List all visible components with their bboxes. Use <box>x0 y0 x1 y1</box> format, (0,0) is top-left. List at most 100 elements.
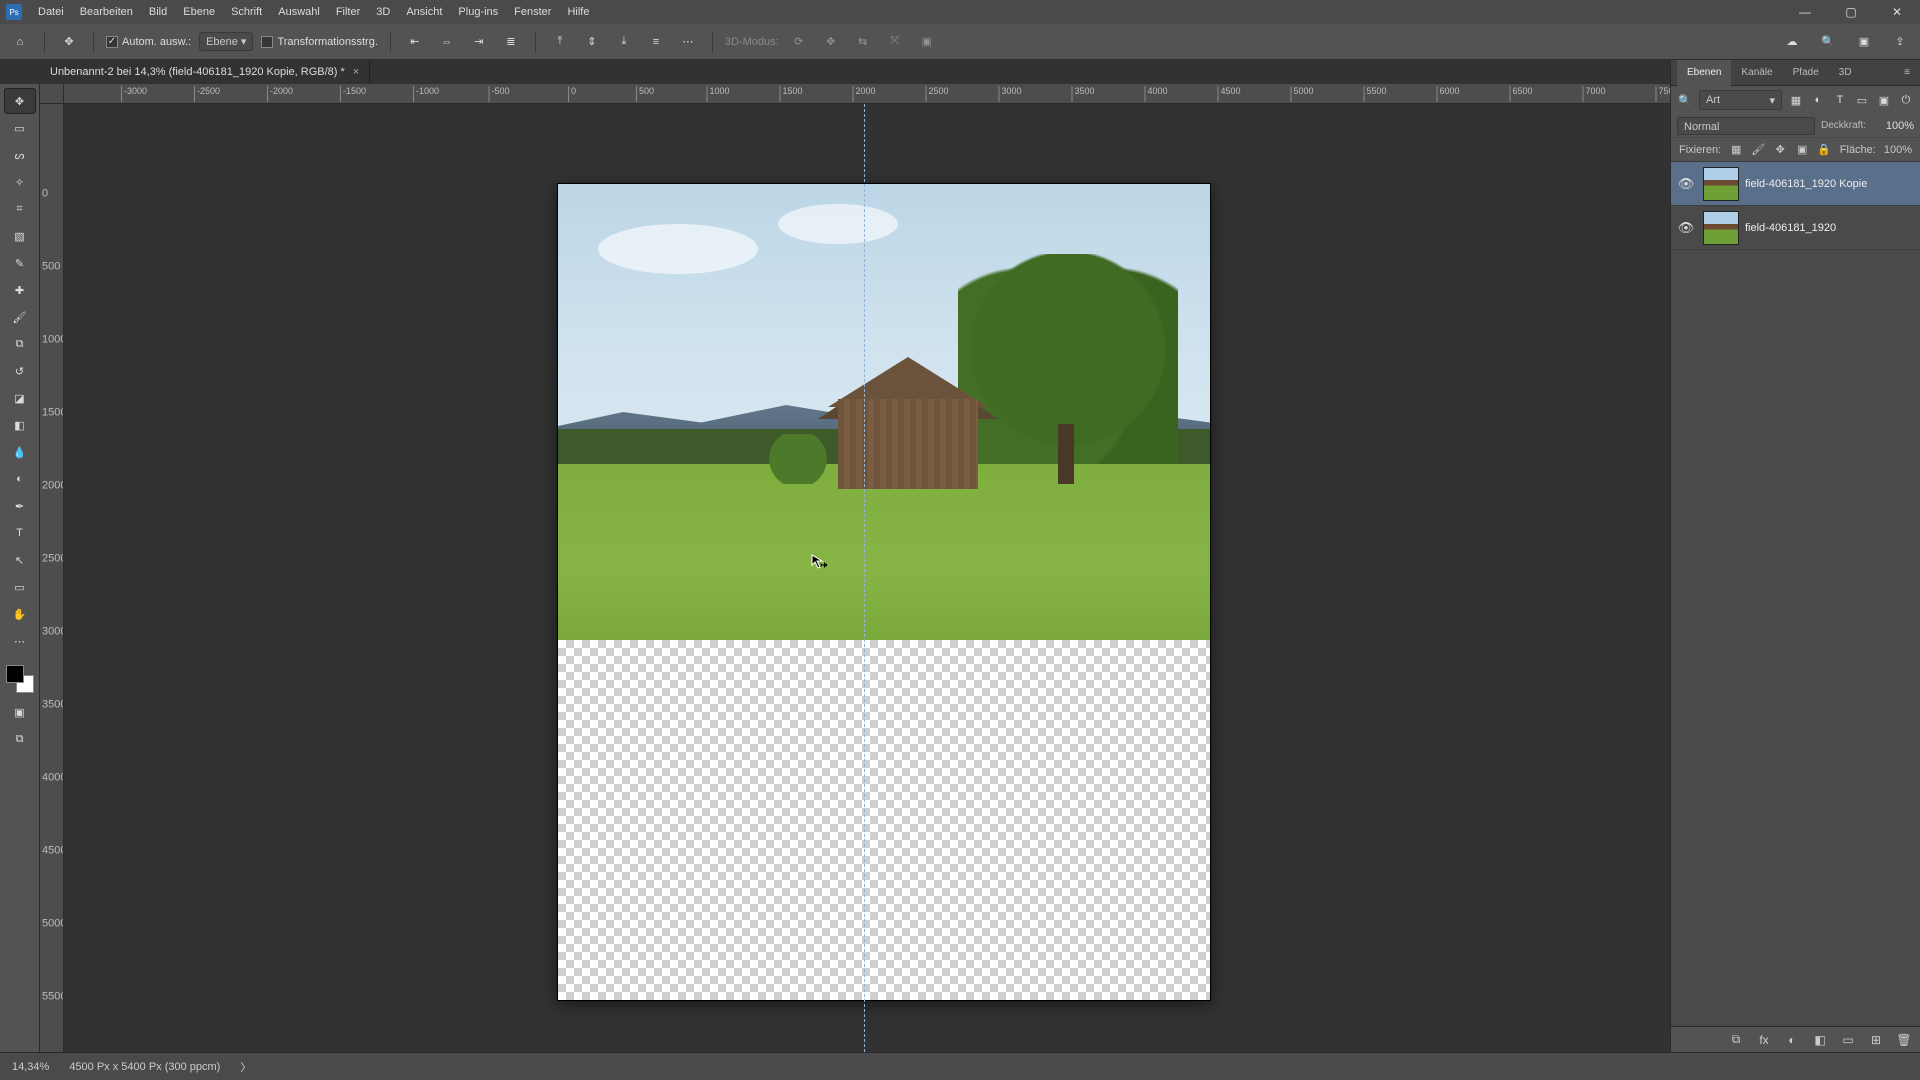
filter-shape-icon[interactable]: ▭ <box>1854 92 1870 108</box>
fill-value-input[interactable]: 100% <box>1884 144 1912 156</box>
path-select-tool[interactable]: ↖ <box>4 547 36 573</box>
close-tab-icon[interactable]: × <box>353 66 359 78</box>
layer-name[interactable]: field-406181_1920 <box>1745 222 1836 234</box>
layer-visibility-toggle[interactable]: 👁 <box>1675 176 1697 192</box>
document-canvas[interactable] <box>558 184 1210 1000</box>
horizontal-ruler[interactable]: -3000 -2500 -2000 -1500 -1000 -500 0 500… <box>64 84 1670 104</box>
workspace-button[interactable]: ▣ <box>1852 30 1876 54</box>
align-vcenter-button[interactable]: ⇕ <box>580 30 604 54</box>
eyedropper-tool[interactable]: ✎ <box>4 250 36 276</box>
color-swatches[interactable] <box>6 665 34 693</box>
layer-fx-button[interactable]: fx <box>1756 1032 1772 1048</box>
layer-thumbnail[interactable] <box>1703 211 1739 245</box>
group-layers-button[interactable]: ▭ <box>1840 1032 1856 1048</box>
filter-toggle-icon[interactable]: ⏻ <box>1898 92 1914 108</box>
healing-brush-tool[interactable]: ✚ <box>4 277 36 303</box>
opacity-value-input[interactable]: 100% <box>1872 120 1914 132</box>
type-tool[interactable]: T <box>4 520 36 546</box>
panel-tab-kanaele[interactable]: Kanäle <box>1731 60 1782 86</box>
menu-plugins[interactable]: Plug-ins <box>450 0 506 24</box>
menu-auswahl[interactable]: Auswahl <box>270 0 328 24</box>
auto-select-checkbox[interactable]: Autom. ausw.: <box>106 36 191 48</box>
filter-adjust-icon[interactable]: ◐ <box>1810 92 1826 108</box>
clone-stamp-tool[interactable]: ⧉ <box>4 331 36 357</box>
align-top-button[interactable]: ⤒ <box>548 30 572 54</box>
panel-tab-pfade[interactable]: Pfade <box>1783 60 1829 86</box>
window-close-button[interactable]: ✕ <box>1874 0 1920 24</box>
more-align-button[interactable]: ⋯ <box>676 30 700 54</box>
lock-pixels-button[interactable]: 🖌 <box>1751 143 1765 157</box>
ruler-origin[interactable] <box>40 84 64 104</box>
search-button[interactable]: 🔍 <box>1816 30 1840 54</box>
menu-fenster[interactable]: Fenster <box>506 0 559 24</box>
gradient-tool[interactable]: ◧ <box>4 412 36 438</box>
frame-tool[interactable]: ▧ <box>4 223 36 249</box>
align-left-button[interactable]: ⇤ <box>403 30 427 54</box>
new-layer-button[interactable]: ⊞ <box>1868 1032 1884 1048</box>
filter-type-icon[interactable]: T <box>1832 92 1848 108</box>
shape-tool[interactable]: ▭ <box>4 574 36 600</box>
hand-tool[interactable]: ✋ <box>4 601 36 627</box>
status-more-icon[interactable]: 〉 <box>240 1059 251 1075</box>
pen-tool[interactable]: ✒ <box>4 493 36 519</box>
layer-row[interactable]: 👁 field-406181_1920 Kopie <box>1671 162 1920 206</box>
foreground-color-swatch[interactable] <box>6 665 24 683</box>
layer-filter-type-dropdown[interactable]: Art ▾ <box>1699 90 1782 110</box>
lock-position-button[interactable]: ✥ <box>1773 143 1787 157</box>
vertical-ruler[interactable]: 0 500 1000 1500 2000 2500 3000 3500 4000… <box>40 104 64 1052</box>
crop-tool[interactable]: ⌗ <box>4 196 36 222</box>
home-button[interactable]: ⌂ <box>8 30 32 54</box>
window-minimize-button[interactable]: — <box>1782 0 1828 24</box>
panel-menu-button[interactable]: ≡ <box>1894 60 1920 86</box>
align-right-button[interactable]: ⇥ <box>467 30 491 54</box>
delete-layer-button[interactable]: 🗑 <box>1896 1032 1912 1048</box>
status-zoom[interactable]: 14,34% <box>12 1061 49 1073</box>
layer-mask-button[interactable]: ◐ <box>1784 1032 1800 1048</box>
layer-thumbnail[interactable] <box>1703 167 1739 201</box>
panel-tab-ebenen[interactable]: Ebenen <box>1677 60 1731 86</box>
menu-ansicht[interactable]: Ansicht <box>398 0 450 24</box>
menu-hilfe[interactable]: Hilfe <box>559 0 597 24</box>
adjustment-layer-button[interactable]: ◧ <box>1812 1032 1828 1048</box>
layer-row[interactable]: 👁 field-406181_1920 <box>1671 206 1920 250</box>
lock-artboard-button[interactable]: ▣ <box>1795 143 1809 157</box>
move-tool[interactable]: ✥ <box>4 88 36 114</box>
share-button[interactable]: ⇪ <box>1888 30 1912 54</box>
lasso-tool[interactable]: ᔕ <box>4 142 36 168</box>
document-tab[interactable]: Unbenannt-2 bei 14,3% (field-406181_1920… <box>40 60 370 84</box>
lock-all-button[interactable]: 🔒 <box>1817 143 1831 157</box>
status-docinfo[interactable]: 4500 Px x 5400 Px (300 ppcm) <box>69 1061 220 1073</box>
canvas-viewport[interactable] <box>64 104 1670 1052</box>
blend-mode-dropdown[interactable]: Normal <box>1677 117 1815 135</box>
quickmask-button[interactable]: ▣ <box>4 699 36 725</box>
filter-smart-icon[interactable]: ▣ <box>1876 92 1892 108</box>
blur-tool[interactable]: 💧 <box>4 439 36 465</box>
menu-ebene[interactable]: Ebene <box>175 0 223 24</box>
align-bottom-button[interactable]: ⤓ <box>612 30 636 54</box>
menu-schrift[interactable]: Schrift <box>223 0 270 24</box>
magic-wand-tool[interactable]: ✧ <box>4 169 36 195</box>
layer-visibility-toggle[interactable]: 👁 <box>1675 220 1697 236</box>
align-hcenter-button[interactable]: ⇔ <box>435 30 459 54</box>
marquee-tool[interactable]: ▭ <box>4 115 36 141</box>
distribute-v-button[interactable]: ≡ <box>644 30 668 54</box>
menu-bearbeiten[interactable]: Bearbeiten <box>72 0 141 24</box>
menu-3d[interactable]: 3D <box>368 0 398 24</box>
menu-filter[interactable]: Filter <box>328 0 368 24</box>
panel-tab-3d[interactable]: 3D <box>1829 60 1862 86</box>
dodge-tool[interactable]: ◐ <box>4 466 36 492</box>
transform-controls-checkbox[interactable]: Transformationsstrg. <box>261 36 377 48</box>
layer-name[interactable]: field-406181_1920 Kopie <box>1745 178 1867 190</box>
menu-bild[interactable]: Bild <box>141 0 175 24</box>
screenmode-button[interactable]: ⧉ <box>4 726 36 752</box>
brush-tool[interactable]: 🖌 <box>4 304 36 330</box>
history-brush-tool[interactable]: ↺ <box>4 358 36 384</box>
eraser-tool[interactable]: ◪ <box>4 385 36 411</box>
distribute-h-button[interactable]: ≣ <box>499 30 523 54</box>
menu-datei[interactable]: Datei <box>30 0 72 24</box>
link-layers-button[interactable]: ⧉ <box>1728 1032 1744 1048</box>
auto-select-target-dropdown[interactable]: Ebene ▾ <box>199 32 253 51</box>
filter-pixel-icon[interactable]: ▦ <box>1788 92 1804 108</box>
cloud-docs-button[interactable]: ☁ <box>1780 30 1804 54</box>
lock-transparency-button[interactable]: ▦ <box>1729 143 1743 157</box>
